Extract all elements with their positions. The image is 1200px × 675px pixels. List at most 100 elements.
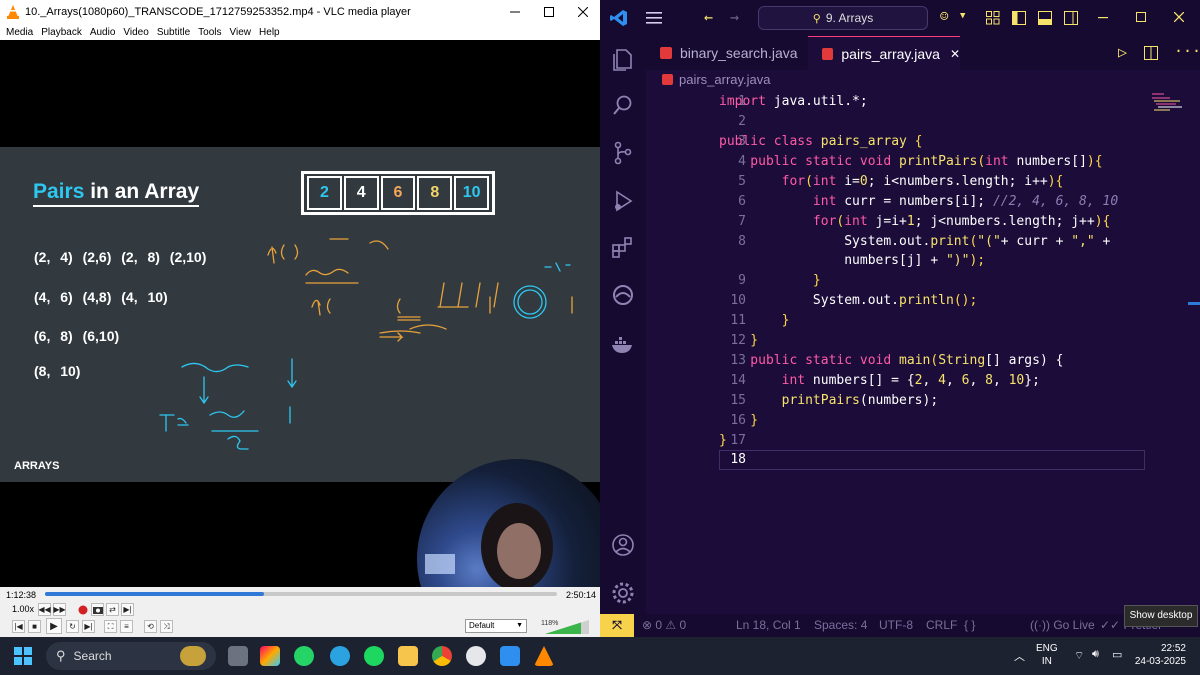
close-icon[interactable] bbox=[1174, 12, 1184, 22]
vlc-title-bar[interactable]: 10._Arrays(1080p60)_TRANSCODE_1712759253… bbox=[0, 0, 600, 24]
chevron-up-icon[interactable]: ︿ bbox=[1014, 648, 1025, 664]
go-live-button[interactable]: ((·)) Go Live bbox=[1030, 614, 1095, 637]
file-explorer-icon[interactable] bbox=[398, 646, 418, 666]
language-indicator[interactable]: ENG IN bbox=[1036, 642, 1058, 668]
tab-binary-search[interactable]: binary_search.java bbox=[646, 36, 806, 70]
search-highlight-icon bbox=[180, 646, 206, 666]
menu-tools[interactable]: Tools bbox=[198, 27, 221, 38]
docker-icon[interactable] bbox=[610, 332, 636, 358]
play-button[interactable]: ▶ bbox=[46, 618, 62, 634]
menu-subtitle[interactable]: Subtitle bbox=[157, 27, 190, 38]
problems-indicator[interactable]: ⊗ 0 ⚠ 0 bbox=[642, 614, 686, 637]
more-actions-icon[interactable]: ··· bbox=[1174, 42, 1200, 60]
whatsapp-icon[interactable] bbox=[294, 646, 314, 666]
camera-icon bbox=[92, 606, 103, 614]
wifi-icon[interactable]: ⌔ bbox=[1074, 649, 1084, 663]
previous-button[interactable]: |◀ bbox=[12, 620, 25, 633]
toggle-secondary-sidebar-icon[interactable] bbox=[1064, 11, 1078, 25]
line-ending[interactable]: CRLF bbox=[926, 614, 957, 637]
edge-devtools-icon[interactable] bbox=[610, 282, 636, 308]
loop-button[interactable]: ↻ bbox=[66, 620, 79, 633]
copilot-icon[interactable]: ☺ bbox=[940, 9, 948, 25]
hamburger-menu-icon[interactable] bbox=[646, 11, 662, 25]
maximize-icon[interactable] bbox=[1136, 12, 1146, 22]
settings-gear-icon[interactable] bbox=[610, 580, 636, 606]
volume-slider[interactable] bbox=[545, 620, 589, 634]
toggle-sidebar-icon[interactable] bbox=[1012, 11, 1026, 25]
cursor-position[interactable]: Ln 18, Col 1 bbox=[736, 614, 801, 637]
chatgpt-icon[interactable] bbox=[466, 646, 486, 666]
code-line-wrapped: numbers[j] + ")"); bbox=[719, 253, 986, 268]
editor-tabs: binary_search.java pairs_array.java ✕ ▷ ·… bbox=[646, 36, 1200, 70]
loop-ab-button[interactable]: ⇄ bbox=[106, 603, 119, 616]
system-clock[interactable]: 22:52 24-03-2025 bbox=[1134, 642, 1186, 668]
chevron-down-icon[interactable]: ▼ bbox=[960, 11, 965, 21]
java-icon[interactable]: { } bbox=[964, 614, 975, 637]
chrome-icon[interactable] bbox=[432, 646, 452, 666]
breadcrumb[interactable]: pairs_array.java bbox=[662, 72, 771, 87]
next-button[interactable]: ▶| bbox=[82, 620, 95, 633]
menu-video[interactable]: Video bbox=[123, 27, 148, 38]
seek-bar[interactable] bbox=[45, 592, 557, 596]
spotify-icon[interactable] bbox=[364, 646, 384, 666]
taskbar-search-box[interactable]: ⚲ Search bbox=[46, 642, 216, 670]
toggle-panel-icon[interactable] bbox=[1038, 11, 1052, 25]
run-debug-icon[interactable] bbox=[610, 188, 636, 214]
copilot-app-icon[interactable] bbox=[260, 646, 280, 666]
task-view-icon[interactable] bbox=[228, 646, 248, 666]
shuffle-button[interactable]: ⤨ bbox=[160, 620, 173, 633]
remote-indicator[interactable]: ⤧ bbox=[600, 614, 634, 637]
close-button[interactable] bbox=[566, 0, 600, 24]
aspect-ratio-select[interactable]: Default ▼ bbox=[465, 619, 527, 633]
record-button[interactable] bbox=[76, 603, 89, 616]
accounts-icon[interactable] bbox=[610, 532, 636, 558]
snapshot-button[interactable] bbox=[91, 603, 104, 616]
maximize-button[interactable] bbox=[532, 0, 566, 24]
search-placeholder: Search bbox=[73, 649, 112, 663]
vscode-taskbar-icon[interactable] bbox=[500, 646, 520, 666]
vscode-logo-icon bbox=[610, 10, 627, 26]
vscode-title-bar[interactable]: ← → ⚲ 9. Arrays ☺ ▼ bbox=[600, 0, 1200, 36]
menu-help[interactable]: Help bbox=[259, 27, 280, 38]
video-area[interactable]: Pairs in an Array 2 4 6 8 10 (2, 4) (2,6… bbox=[0, 40, 600, 587]
back-arrow-icon[interactable]: ← bbox=[704, 8, 713, 26]
customize-layout-icon[interactable] bbox=[986, 11, 1000, 25]
windows-start-icon[interactable] bbox=[14, 647, 32, 665]
extensions-icon[interactable] bbox=[610, 234, 636, 260]
split-editor-icon[interactable] bbox=[1144, 46, 1158, 60]
indentation[interactable]: Spaces: 4 bbox=[814, 614, 867, 637]
close-icon[interactable]: ✕ bbox=[950, 47, 960, 61]
run-icon[interactable]: ▷ bbox=[1118, 43, 1127, 61]
maximize-icon bbox=[544, 7, 554, 17]
prev-frame-button[interactable]: ◀◀ bbox=[38, 603, 51, 616]
extended-settings-button[interactable]: ≡ bbox=[120, 620, 133, 633]
playback-speed[interactable]: 1.00x bbox=[12, 604, 34, 614]
fullscreen-button[interactable]: ⛶ bbox=[104, 620, 117, 633]
search-icon[interactable] bbox=[610, 92, 636, 118]
encoding[interactable]: UTF-8 bbox=[879, 614, 913, 637]
telegram-icon[interactable] bbox=[330, 646, 350, 666]
minimize-button[interactable] bbox=[498, 0, 532, 24]
command-center-search[interactable]: ⚲ 9. Arrays bbox=[758, 6, 928, 30]
menu-audio[interactable]: Audio bbox=[90, 27, 116, 38]
code-editor[interactable]: 1 2 3 4 5 6 7 8 9 10 11 12 13 14 15 16 1… bbox=[646, 90, 1200, 614]
next-frame-button[interactable]: ▶▶ bbox=[53, 603, 66, 616]
code-line: } bbox=[719, 273, 821, 288]
source-control-icon[interactable] bbox=[610, 140, 636, 166]
minimap[interactable] bbox=[1150, 92, 1186, 112]
repeat-button[interactable]: ⟲ bbox=[144, 620, 157, 633]
volume-icon[interactable]: 🔊︎ bbox=[1092, 648, 1099, 661]
battery-icon[interactable]: ▭ bbox=[1112, 648, 1122, 661]
forward-arrow-icon[interactable]: → bbox=[730, 8, 739, 26]
menu-view[interactable]: View bbox=[230, 27, 252, 38]
tab-pairs-array[interactable]: pairs_array.java ✕ bbox=[808, 36, 960, 70]
stop-button[interactable]: ■ bbox=[28, 620, 41, 633]
explorer-icon[interactable] bbox=[610, 46, 636, 72]
repeat-icon: ⟲ bbox=[147, 622, 154, 631]
frame-step-button[interactable]: ▶| bbox=[121, 603, 134, 616]
menu-media[interactable]: Media bbox=[6, 27, 33, 38]
minimize-icon[interactable] bbox=[1098, 17, 1108, 19]
vlc-taskbar-icon[interactable] bbox=[534, 646, 554, 666]
elapsed-time: 1:12:38 bbox=[6, 590, 37, 600]
menu-playback[interactable]: Playback bbox=[41, 27, 82, 38]
